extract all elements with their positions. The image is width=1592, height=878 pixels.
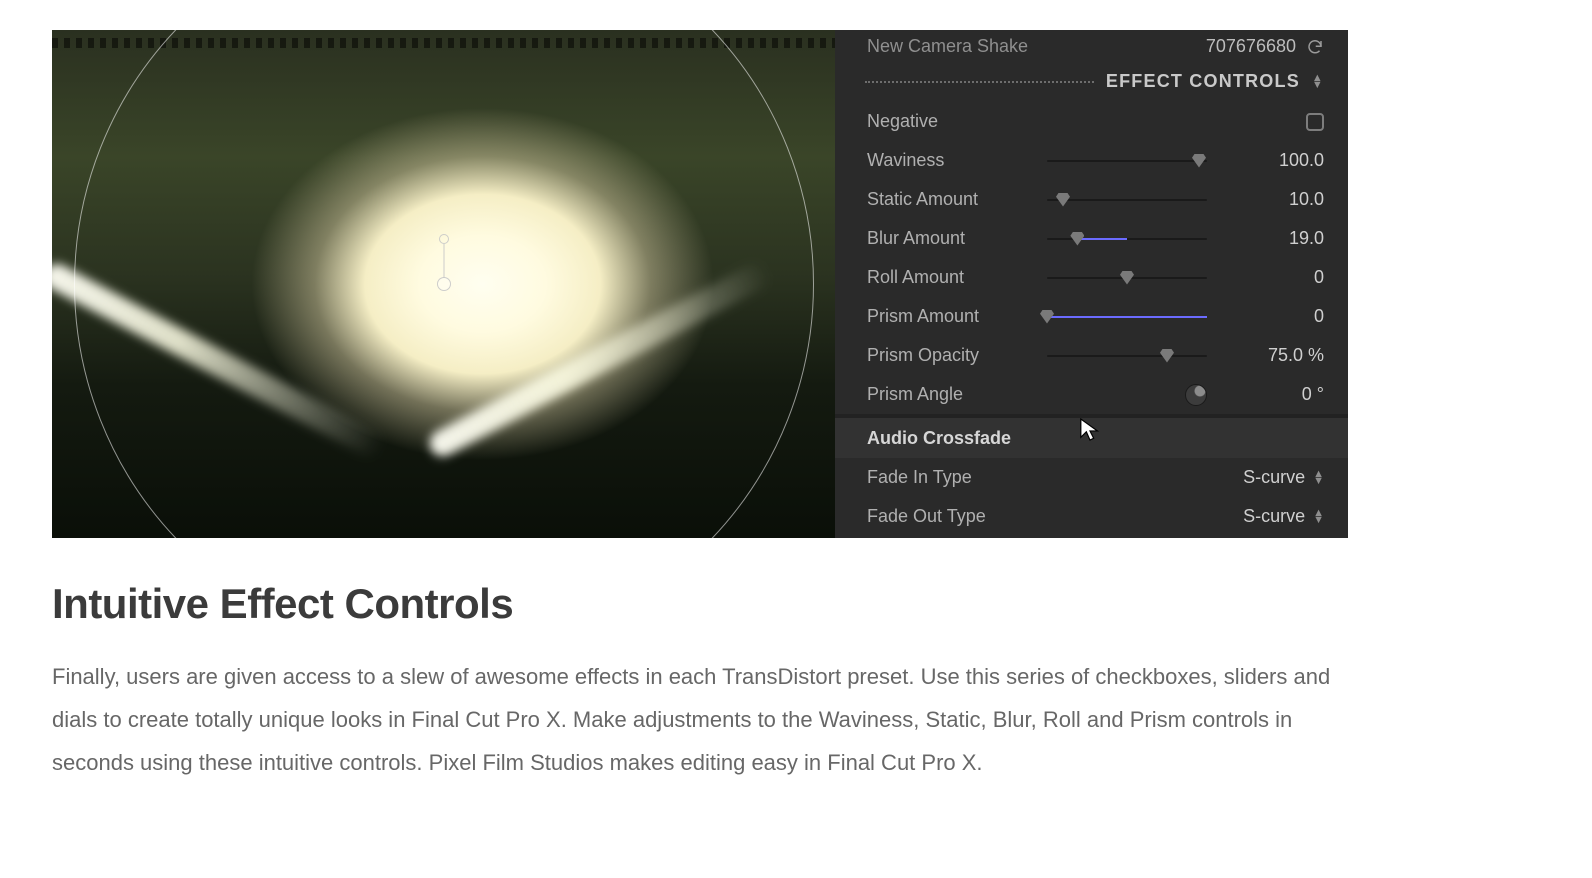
refresh-icon[interactable] xyxy=(1306,38,1324,56)
param-label: Blur Amount xyxy=(867,228,1035,249)
effect-inspector: New Camera Shake 707676680 EFFECT CONTRO… xyxy=(835,30,1348,538)
param-label: Static Amount xyxy=(867,189,1035,210)
video-preview[interactable] xyxy=(52,30,835,538)
dropdown-arrows-icon: ▲▼ xyxy=(1313,510,1324,524)
param-value[interactable]: 75.0 % xyxy=(1219,345,1324,366)
param-label: Prism Angle xyxy=(867,384,1035,405)
param-label: Negative xyxy=(867,111,1035,132)
param-label: Fade In Type xyxy=(867,467,1035,488)
effect-controls-header[interactable]: EFFECT CONTROLS ▲▼ xyxy=(835,67,1348,102)
roll-slider[interactable] xyxy=(1047,266,1207,290)
param-label: Prism Opacity xyxy=(867,345,1035,366)
param-label: Waviness xyxy=(867,150,1035,171)
param-static-amount: Static Amount 10.0 xyxy=(835,180,1348,219)
param-negative: Negative xyxy=(835,102,1348,141)
blur-slider[interactable] xyxy=(1047,227,1207,251)
param-value[interactable]: 0 ° xyxy=(1219,384,1324,405)
dropdown-arrows-icon: ▲▼ xyxy=(1313,471,1324,485)
param-prism-opacity: Prism Opacity 75.0 % xyxy=(835,336,1348,375)
dotted-rule xyxy=(865,81,1094,83)
subsection-title: Audio Crossfade xyxy=(867,428,1011,449)
article-body: Finally, users are given access to a sle… xyxy=(52,656,1352,785)
dropdown-value: S-curve xyxy=(1243,467,1305,488)
waviness-slider[interactable] xyxy=(1047,149,1207,173)
disclosure-arrows-icon[interactable]: ▲▼ xyxy=(1312,75,1324,89)
param-waviness: Waviness 100.0 xyxy=(835,141,1348,180)
prism-angle-dial[interactable] xyxy=(1185,384,1207,406)
param-prism-angle: Prism Angle 0 ° xyxy=(835,375,1348,414)
effect-id: 707676680 xyxy=(1206,36,1296,57)
param-value[interactable]: 100.0 xyxy=(1219,150,1324,171)
param-roll-amount: Roll Amount 0 xyxy=(835,258,1348,297)
param-label: Fade Out Type xyxy=(867,506,1035,527)
app-screenshot: New Camera Shake 707676680 EFFECT CONTRO… xyxy=(52,30,1348,538)
prism-opacity-slider[interactable] xyxy=(1047,344,1207,368)
param-fade-out-type: Fade Out Type S-curve ▲▼ xyxy=(835,497,1348,536)
negative-checkbox[interactable] xyxy=(1306,113,1324,131)
param-prism-amount: Prism Amount 0 xyxy=(835,297,1348,336)
static-slider[interactable] xyxy=(1047,188,1207,212)
fade-out-dropdown[interactable]: S-curve ▲▼ xyxy=(1185,506,1324,527)
effect-name: New Camera Shake xyxy=(867,36,1028,57)
article-heading: Intuitive Effect Controls xyxy=(52,580,1540,628)
audio-crossfade-header[interactable]: Audio Crossfade xyxy=(835,418,1348,458)
prism-slider[interactable] xyxy=(1047,305,1207,329)
param-label: Prism Amount xyxy=(867,306,1035,327)
param-value[interactable]: 19.0 xyxy=(1219,228,1324,249)
param-fade-in-type: Fade In Type S-curve ▲▼ xyxy=(835,458,1348,497)
dropdown-value: S-curve xyxy=(1243,506,1305,527)
param-value[interactable]: 0 xyxy=(1219,267,1324,288)
param-value[interactable]: 0 xyxy=(1219,306,1324,327)
param-blur-amount: Blur Amount 19.0 xyxy=(835,219,1348,258)
fade-in-dropdown[interactable]: S-curve ▲▼ xyxy=(1185,467,1324,488)
section-title: EFFECT CONTROLS xyxy=(1106,71,1300,92)
onscreen-control-center-handle[interactable] xyxy=(437,277,451,291)
param-value[interactable]: 10.0 xyxy=(1219,189,1324,210)
param-label: Roll Amount xyxy=(867,267,1035,288)
